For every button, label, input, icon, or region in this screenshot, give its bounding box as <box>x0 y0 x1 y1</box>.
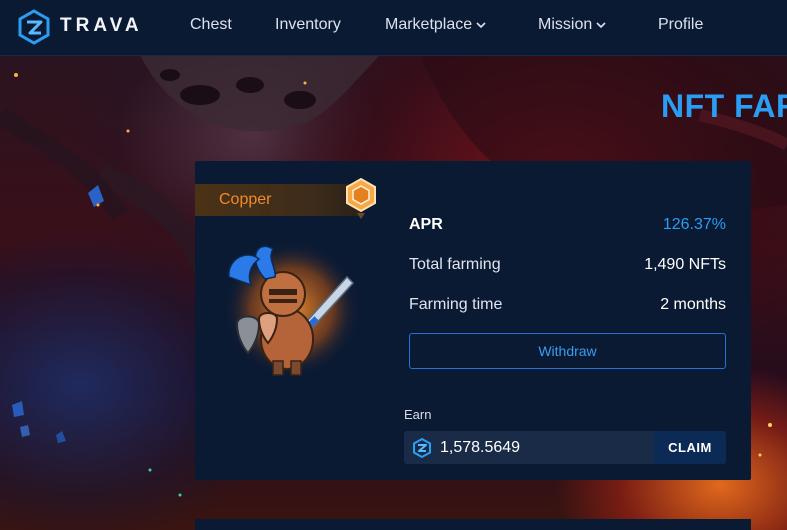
page-title: NFT FAR <box>661 88 787 124</box>
nav-profile[interactable]: Profile <box>658 16 703 34</box>
withdraw-button[interactable]: Withdraw <box>409 333 726 369</box>
top-nav-bar: TRAVA Chest Inventory Marketplace Missio… <box>0 0 787 56</box>
nft-farming-card: Copper APR 126.37% Total farming 1,490 N… <box>195 161 751 480</box>
nav-marketplace-label: Marketplace <box>385 16 473 33</box>
next-card <box>195 519 751 530</box>
total-farming-value: 1,490 NFTs <box>644 256 726 273</box>
knight-avatar <box>224 241 360 377</box>
trava-logo-icon[interactable] <box>16 9 52 45</box>
rank-label: Copper <box>219 191 272 208</box>
farming-time-row: Farming time 2 months <box>409 296 726 318</box>
earn-label: Earn <box>404 407 432 422</box>
nav-inventory[interactable]: Inventory <box>275 16 341 34</box>
farming-time-label: Farming time <box>409 296 503 313</box>
trava-token-icon <box>413 438 431 458</box>
apr-row: APR 126.37% <box>409 216 726 238</box>
claim-button[interactable]: CLAIM <box>654 431 726 464</box>
rank-banner: Copper <box>195 184 360 216</box>
nav-mission-label: Mission <box>538 16 593 33</box>
nav-chest[interactable]: Chest <box>190 16 232 34</box>
chevron-down-icon <box>476 22 486 28</box>
earn-value: 1,578.5649 <box>440 439 521 456</box>
farming-time-value: 2 months <box>660 296 726 313</box>
apr-value: 126.37% <box>662 216 726 233</box>
total-farming-label: Total farming <box>409 256 501 273</box>
total-farming-row: Total farming 1,490 NFTs <box>409 256 726 278</box>
brand-name[interactable]: TRAVA <box>60 15 143 37</box>
hexagon-badge-icon <box>346 177 376 219</box>
apr-label: APR <box>409 216 443 233</box>
earn-box: 1,578.5649 CLAIM <box>404 431 726 464</box>
chevron-down-icon <box>596 22 606 28</box>
nav-marketplace[interactable]: Marketplace <box>385 16 486 34</box>
nav-mission[interactable]: Mission <box>538 16 606 34</box>
